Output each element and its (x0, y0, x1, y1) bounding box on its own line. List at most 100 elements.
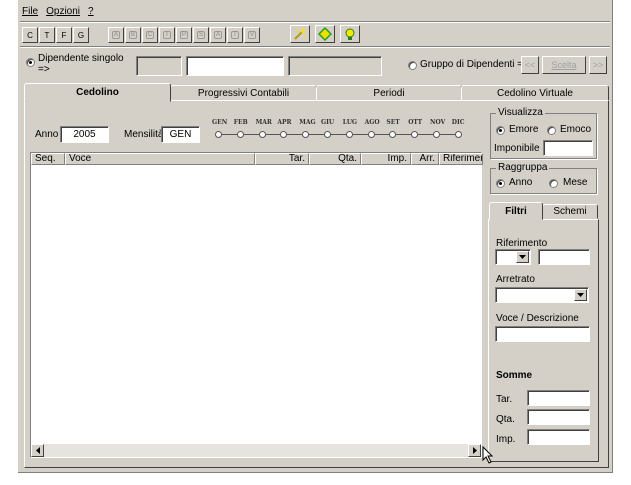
toolbar-report-label: C (146, 31, 154, 39)
menu-help[interactable]: ? (88, 6, 94, 20)
dipendente-name-field[interactable] (186, 56, 284, 76)
column-header-voce[interactable]: Voce (65, 153, 255, 165)
raggruppa-anno-label: Anno (509, 177, 533, 188)
radio-dipendente-singolo[interactable] (26, 58, 35, 67)
grid-horizontal-scrollbar[interactable] (31, 444, 481, 457)
toolbar-report-button-5[interactable]: S (193, 27, 209, 43)
toolbar-report-button-7[interactable]: T (227, 27, 243, 43)
toolbar-report-button-2[interactable]: C (142, 27, 158, 43)
month-label-dic: DIC (451, 119, 465, 126)
lightbulb-icon (345, 28, 355, 40)
emoco-label: Emoco (560, 124, 592, 135)
tab-cedolino-virtuale[interactable]: Cedolino Virtuale (461, 85, 609, 101)
tab-periodi[interactable]: Periodi (316, 85, 462, 101)
month-label-ago: AGO (364, 119, 380, 126)
tab-filtri[interactable]: Filtri (489, 202, 543, 220)
month-dot-giu[interactable] (324, 131, 331, 138)
menu-opzioni[interactable]: Opzioni (46, 6, 80, 20)
month-dot-feb[interactable] (236, 131, 244, 138)
radio-emore[interactable] (496, 126, 505, 135)
month-label-ott: OTT (408, 119, 423, 126)
emore-label: Emore (509, 124, 539, 135)
dipendente-singolo-label: Dipendente singolo (38, 53, 124, 64)
month-dot-lug[interactable] (345, 131, 353, 138)
imponibile-label: Imponibile (494, 143, 540, 154)
column-header-imp[interactable]: Imp. (361, 153, 411, 165)
toolbar-bulb-button[interactable] (340, 25, 360, 43)
wand-icon (294, 29, 306, 40)
arretrato-label: Arretrato (496, 274, 535, 285)
toolbar-report-label: B (129, 31, 137, 39)
gruppo-prev-button[interactable]: << (521, 56, 539, 74)
arretrato-dropdown-button[interactable] (574, 289, 587, 301)
tab-schemi[interactable]: Schemi (542, 204, 598, 219)
radio-raggruppa-mese[interactable] (549, 179, 558, 188)
month-dot-nov[interactable] (433, 131, 440, 138)
month-timeline-line (216, 134, 462, 135)
scroll-right-button[interactable] (468, 444, 481, 457)
imponibile-input[interactable] (543, 140, 593, 156)
toolbar-diamond-button[interactable] (315, 25, 335, 43)
tab-cedolino[interactable]: Cedolino (24, 83, 171, 102)
month-dot-mar[interactable] (258, 131, 266, 138)
riferimento-input[interactable] (538, 249, 590, 265)
visualizza-title: Visualizza (496, 107, 545, 118)
raggruppa-group: Raggruppa Anno Mese (490, 162, 597, 194)
toolbar-report-label: T (231, 31, 239, 39)
riferimento-label: Riferimento (496, 238, 548, 249)
anno-input[interactable]: 2005 (60, 126, 109, 143)
month-dot-dic[interactable] (454, 131, 462, 138)
month-label-set: SET (386, 119, 400, 126)
toolbar-report-button-6[interactable]: A (210, 27, 226, 43)
month-dot-ago[interactable] (367, 131, 375, 138)
toolbar-button-f[interactable]: F (56, 27, 72, 43)
menu-file[interactable]: File (22, 6, 38, 20)
month-label-mar: MAR (255, 119, 272, 126)
mensilita-label: Mensilità (124, 129, 164, 140)
toolbar-wand-button[interactable] (290, 25, 310, 43)
somme-tar-label: Tar. (496, 394, 513, 405)
menu-bar: File Opzioni ? (18, 6, 94, 20)
toolbar-button-g[interactable]: G (73, 27, 89, 43)
tab-progressivi-contabili[interactable]: Progressivi Contabili (170, 85, 317, 101)
month-label-gen: GEN (212, 119, 228, 126)
arrow-left-icon (35, 447, 40, 454)
gruppo-next-button[interactable]: >> (589, 56, 607, 74)
somme-tar-field (527, 390, 590, 406)
month-label-feb: FEB (233, 119, 248, 126)
column-header-qta[interactable]: Qta. (309, 153, 361, 165)
toolbar-button-c[interactable]: C (22, 27, 38, 43)
somme-imp-field (527, 429, 590, 445)
dipendente-code-field[interactable] (136, 56, 182, 76)
menu-separator (20, 21, 610, 23)
toolbar-report-button-4[interactable]: P (176, 27, 192, 43)
dipendente-extra-field[interactable] (288, 56, 382, 76)
column-header-arr[interactable]: Arr. (411, 153, 439, 165)
column-header-tar[interactable]: Tar. (255, 153, 309, 165)
voce-descrizione-label: Voce / Descrizione (496, 313, 579, 324)
toolbar-report-button-8[interactable]: V (244, 27, 260, 43)
riferimento-dropdown-button[interactable] (516, 251, 529, 263)
somme-qta-field (527, 409, 590, 425)
toolbar-report-button-1[interactable]: B (125, 27, 141, 43)
scroll-left-button[interactable] (31, 444, 44, 457)
radio-raggruppa-anno[interactable] (496, 179, 505, 188)
riferimento-combo[interactable] (495, 249, 531, 265)
mouse-cursor-icon (482, 446, 494, 464)
scelta-button[interactable]: Scelta (542, 56, 586, 74)
radio-gruppo-dipendenti[interactable] (408, 61, 417, 70)
voce-descrizione-input[interactable] (495, 326, 590, 342)
radio-emoco[interactable] (547, 126, 556, 135)
toolbar-report-button-3[interactable]: I (159, 27, 175, 43)
toolbar-report-button-0[interactable]: A (108, 27, 124, 43)
mensilita-input[interactable]: GEN (161, 126, 200, 143)
column-header-riferimento[interactable]: Riferimento (439, 153, 483, 165)
month-label-giu: GIU (321, 119, 335, 126)
chevron-down-icon (577, 293, 584, 297)
arretrato-combo[interactable] (495, 287, 589, 303)
month-dot-gen[interactable] (215, 131, 222, 138)
column-header-seq[interactable]: Seq. (31, 153, 65, 165)
voci-grid[interactable]: Seq.VoceTar.Qta.Imp.Arr.Riferimento (30, 152, 483, 458)
toolbar-button-t[interactable]: T (39, 27, 55, 43)
chevron-down-icon (519, 255, 526, 259)
